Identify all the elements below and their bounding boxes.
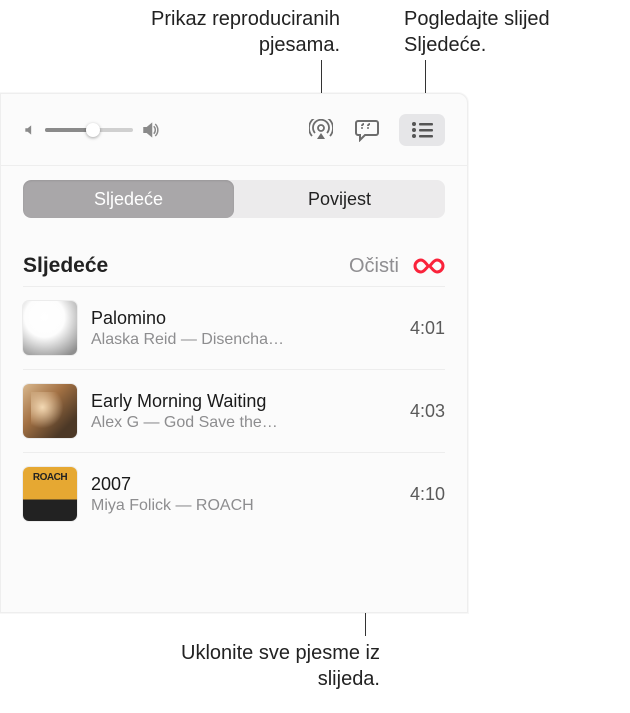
track-title: 2007 [91,474,400,495]
volume-slider[interactable] [23,121,159,139]
tab-up-next[interactable]: Sljedeće [23,180,234,218]
queue-panel: Sljedeće Povijest Sljedeće Očisti Palomi… [0,93,468,613]
queue-icon [411,122,433,138]
volume-low-icon [23,123,37,137]
track-artwork: ROACH [23,467,77,521]
track-row[interactable]: Early Morning Waiting Alex G — God Save … [23,370,445,453]
track-artwork [23,301,77,355]
track-duration: 4:10 [410,484,445,505]
track-list: Palomino Alaska Reid — Disencha… 4:01 Ea… [23,287,445,535]
infinity-icon [413,256,445,276]
track-title: Palomino [91,308,400,329]
callout-queue-button: Pogledajte slijed Sljedeće. [404,6,624,58]
section-title: Sljedeće [23,254,108,278]
track-row[interactable]: ROACH 2007 Miya Folick — ROACH 4:10 [23,453,445,535]
clear-button[interactable]: Očisti [349,255,399,278]
track-subtitle: Alex G — God Save the… [91,414,400,432]
callout-clear: Uklonite sve pjesme iz slijeda. [120,640,380,692]
track-duration: 4:03 [410,401,445,422]
track-artwork [23,384,77,438]
track-title: Early Morning Waiting [91,391,400,412]
airplay-icon[interactable] [307,116,335,144]
volume-high-icon [141,121,159,139]
player-toolbar [1,94,467,166]
track-row[interactable]: Palomino Alaska Reid — Disencha… 4:01 [23,287,445,370]
callout-history: Prikaz reproduciranih pjesama. [80,6,340,58]
lyrics-icon[interactable] [353,116,381,144]
track-duration: 4:01 [410,318,445,339]
autoplay-button[interactable] [413,256,445,276]
tab-history[interactable]: Povijest [234,180,445,218]
track-subtitle: Miya Folick — ROACH [91,497,400,515]
section-header: Sljedeće Očisti [23,254,445,287]
tabs: Sljedeće Povijest [23,180,445,218]
queue-button[interactable] [399,114,445,146]
track-subtitle: Alaska Reid — Disencha… [91,331,400,349]
